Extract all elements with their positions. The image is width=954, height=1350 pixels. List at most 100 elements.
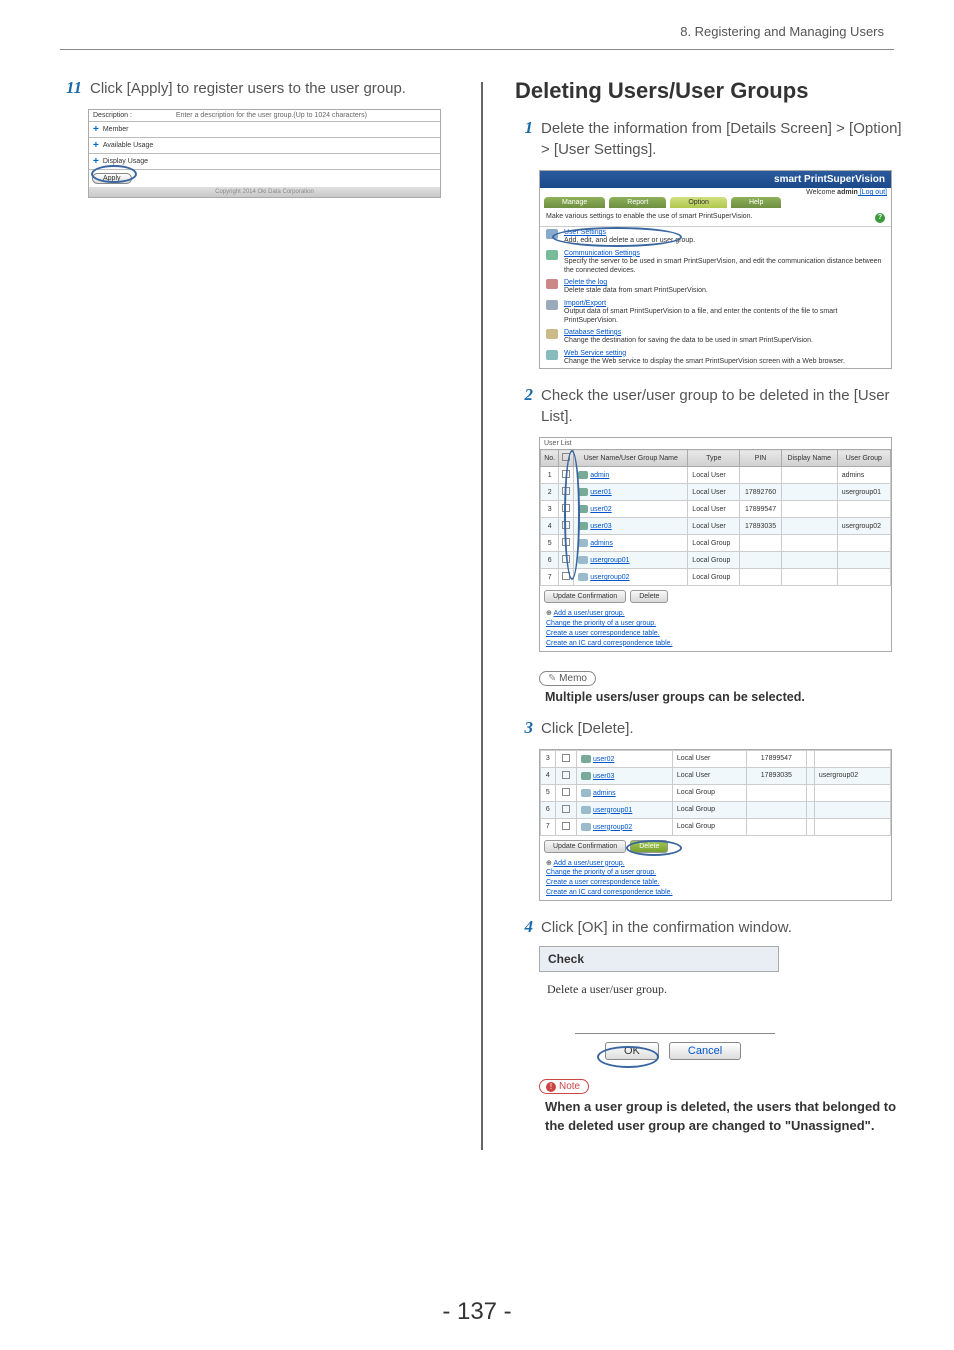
option-desc: Delete stale data from smart PrintSuperV… <box>564 287 708 294</box>
table-header: No. <box>541 450 559 467</box>
cell-no: 2 <box>541 484 559 501</box>
column-divider <box>481 82 483 1150</box>
option-link[interactable]: Database Settings <box>564 329 621 336</box>
logout-link[interactable]: [Log out] <box>858 189 887 196</box>
checkbox[interactable] <box>562 788 570 796</box>
checkbox[interactable] <box>562 504 570 512</box>
deleting-heading: Deleting Users/User Groups <box>511 78 904 104</box>
cell-pin <box>747 801 806 818</box>
user-icon <box>578 471 588 479</box>
cell-group <box>837 569 890 586</box>
user-icon <box>578 522 588 530</box>
option-link[interactable]: User Settings <box>564 229 606 236</box>
group-icon <box>578 539 588 547</box>
cell-type: Local Group <box>672 801 746 818</box>
checkbox[interactable] <box>562 572 570 580</box>
checkbox[interactable] <box>562 805 570 813</box>
apply-button[interactable]: Apply <box>92 173 132 184</box>
sublink[interactable]: Create an IC card correspondence table. <box>546 889 672 896</box>
plus-icon[interactable]: + <box>93 156 99 167</box>
delete-button-2[interactable]: Delete <box>630 840 668 853</box>
available-usage-row: Available Usage <box>103 142 153 149</box>
option-link[interactable]: Import/Export <box>564 300 606 307</box>
userlist-header: User List <box>540 438 891 449</box>
cell-type: Local Group <box>672 784 746 801</box>
option-icon <box>546 350 558 360</box>
cell-name: usergroup01 <box>577 801 673 818</box>
option-screenshot: smart PrintSuperVision Welcome admin [Lo… <box>539 170 892 369</box>
option-link[interactable]: Delete the log <box>564 279 607 286</box>
checkbox[interactable] <box>562 538 570 546</box>
user-link[interactable]: usergroup01 <box>593 807 632 814</box>
cell-type: Local User <box>672 767 746 784</box>
option-icon <box>546 279 558 289</box>
tab-help[interactable]: Help <box>731 197 781 208</box>
cancel-button[interactable]: Cancel <box>669 1042 741 1060</box>
sublink[interactable]: Create an IC card correspondence table. <box>546 640 672 647</box>
sublink[interactable]: Create a user correspondence table. <box>546 879 660 886</box>
cell-no: 1 <box>541 467 559 484</box>
checkbox[interactable] <box>562 822 570 830</box>
dialog-title: Check <box>539 946 779 972</box>
sublink-row: Create an IC card correspondence table. <box>546 888 885 898</box>
checkbox[interactable] <box>562 470 570 478</box>
userlist-screenshot: User List No.User Name/User Group NameTy… <box>539 437 892 651</box>
user-link[interactable]: admin <box>590 472 609 479</box>
cell-type: Local User <box>688 484 740 501</box>
group-icon <box>581 789 591 797</box>
checkbox[interactable] <box>562 771 570 779</box>
step-2-text: Check the user/user group to be deleted … <box>541 385 904 427</box>
sublink[interactable]: Create a user correspondence table. <box>546 630 660 637</box>
user-link[interactable]: user03 <box>590 523 611 530</box>
sublink-row: Change the priority of a user group. <box>546 619 885 629</box>
user-link[interactable]: user02 <box>593 756 614 763</box>
sublink[interactable]: Add a user/user group. <box>553 610 624 617</box>
checkbox[interactable] <box>562 453 570 461</box>
cell-pin: 17893035 <box>740 518 782 535</box>
user-link[interactable]: usergroup02 <box>593 824 632 831</box>
tab-manage[interactable]: Manage <box>544 197 605 208</box>
sublink[interactable]: Change the priority of a user group. <box>546 620 656 627</box>
step-1-text: Delete the information from [Details Scr… <box>541 118 904 160</box>
option-link[interactable]: Communication Settings <box>564 250 640 257</box>
user-link[interactable]: usergroup02 <box>590 574 629 581</box>
welcome-user: admin <box>837 189 858 196</box>
user-link[interactable]: usergroup01 <box>590 557 629 564</box>
cell-name: user01 <box>574 484 688 501</box>
user-icon <box>578 505 588 513</box>
delete-button[interactable]: Delete <box>630 590 668 603</box>
cell-pin <box>740 535 782 552</box>
step-1-number: 1 <box>511 118 533 160</box>
user-link[interactable]: user03 <box>593 773 614 780</box>
option-icon <box>546 250 558 260</box>
checkbox[interactable] <box>562 754 570 762</box>
cell-name: user03 <box>577 767 673 784</box>
plus-icon[interactable]: + <box>93 124 99 135</box>
cell-pin <box>740 467 782 484</box>
plus-icon[interactable]: + <box>93 140 99 151</box>
user-link[interactable]: admins <box>590 540 613 547</box>
checkbox[interactable] <box>562 487 570 495</box>
cell-disp <box>781 467 837 484</box>
ok-button[interactable]: OK <box>605 1042 659 1060</box>
sublink[interactable]: Add a user/user group. <box>553 860 624 867</box>
tab-report[interactable]: Report <box>609 197 666 208</box>
checkbox[interactable] <box>562 555 570 563</box>
cell-name: usergroup02 <box>577 818 673 835</box>
help-icon[interactable]: ? <box>875 213 885 223</box>
user-link[interactable]: admins <box>593 790 616 797</box>
user-link[interactable]: user01 <box>590 489 611 496</box>
table-row: 3 user02 Local User 17899547 <box>541 750 891 767</box>
cell-cb <box>559 518 574 535</box>
tab-option[interactable]: Option <box>670 197 727 208</box>
cell-name: user03 <box>574 518 688 535</box>
update-confirmation-button-2[interactable]: Update Confirmation <box>544 840 626 853</box>
group-icon <box>578 573 588 581</box>
update-confirmation-button[interactable]: Update Confirmation <box>544 590 626 603</box>
option-link[interactable]: Web Service setting <box>564 350 626 357</box>
checkbox[interactable] <box>562 521 570 529</box>
sublink[interactable]: Change the priority of a user group. <box>546 869 656 876</box>
user-link[interactable]: user02 <box>590 506 611 513</box>
table-header: PIN <box>740 450 782 467</box>
sublink-row: Create a user correspondence table. <box>546 878 885 888</box>
